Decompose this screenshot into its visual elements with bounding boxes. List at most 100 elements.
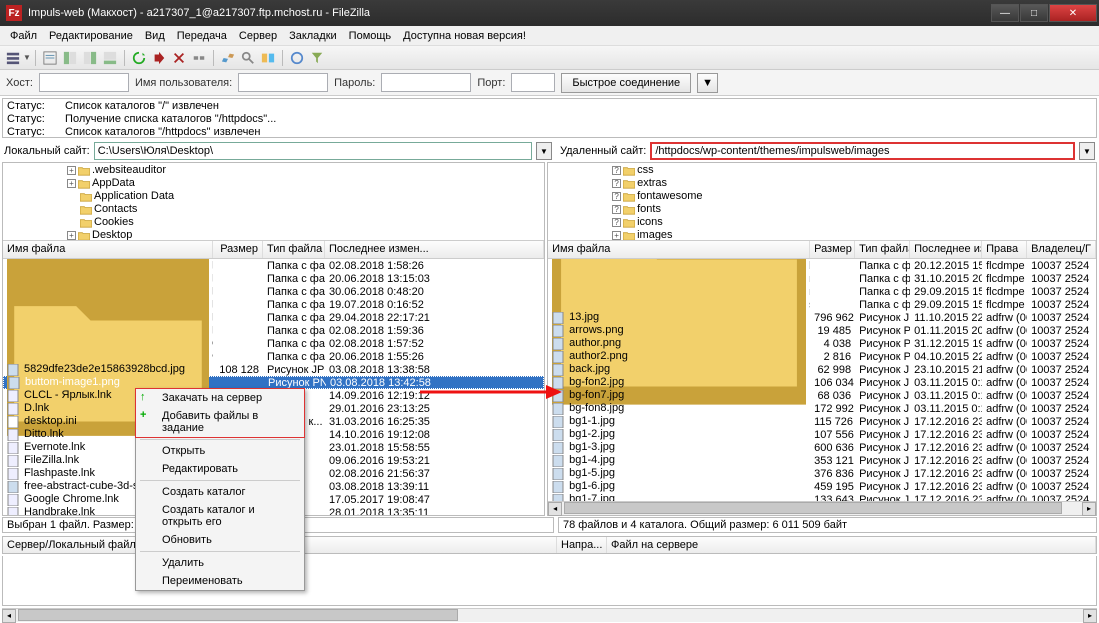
tree-item[interactable]: +Desktop (7, 229, 540, 241)
pass-label: Пароль: (334, 77, 375, 89)
local-path-dropdown[interactable]: ▼ (536, 142, 552, 160)
menu-Редактирование[interactable]: Редактирование (43, 28, 139, 44)
tree-item[interactable]: Application Data (7, 190, 540, 203)
table-row[interactable]: bg1-4.jpg353 121Рисунок J...17.12.2016 2… (548, 454, 1096, 467)
toggle-log-button[interactable] (41, 49, 59, 67)
menu-Передача[interactable]: Передача (171, 28, 233, 44)
menu-Вид[interactable]: Вид (139, 28, 171, 44)
col-name[interactable]: Имя файла (548, 241, 810, 258)
message-log[interactable]: Статус: Список каталогов "/" извлеченСта… (2, 98, 1097, 138)
table-row[interactable]: bg1-2.jpg107 556Рисунок J...17.12.2016 2… (548, 428, 1096, 441)
menu-Закладки[interactable]: Закладки (283, 28, 343, 44)
table-row[interactable]: spritesПапка с ф...29.09.2015 15:0...flc… (548, 298, 1096, 311)
remote-path-dropdown[interactable]: ▼ (1079, 142, 1095, 160)
ctx-edit[interactable]: Редактировать (136, 460, 304, 478)
col-size[interactable]: Размер (213, 241, 263, 258)
ctx-open[interactable]: Открыть (136, 442, 304, 460)
tree-item[interactable]: ?fonts (552, 203, 1092, 216)
tree-item[interactable]: +AppData (7, 177, 540, 190)
minimize-button[interactable]: — (991, 4, 1019, 22)
ctx-upload[interactable]: ↑Закачать на сервер (136, 389, 304, 407)
remote-h-scrollbar[interactable]: ◂ ▸ (548, 501, 1096, 515)
tree-item[interactable]: ?icons (552, 216, 1092, 229)
pass-input[interactable] (381, 73, 471, 92)
ctx-delete[interactable]: Удалить (136, 554, 304, 572)
local-path-input[interactable] (94, 142, 532, 160)
col-modified[interactable]: Последнее из... (910, 241, 982, 258)
quickconnect-bar: Хост: Имя пользователя: Пароль: Порт: Бы… (0, 70, 1099, 96)
menu-Файл[interactable]: Файл (4, 28, 43, 44)
table-row[interactable]: bg1-5.jpg376 836Рисунок J...17.12.2016 2… (548, 467, 1096, 480)
table-row[interactable]: bg1-3.jpg600 636Рисунок J...17.12.2016 2… (548, 441, 1096, 454)
col-remote-file[interactable]: Файл на сервере (607, 537, 1096, 553)
tree-item[interactable]: Cookies (7, 216, 540, 229)
close-button[interactable]: ✕ (1049, 4, 1097, 22)
table-row[interactable]: bg1-7.jpg133 643Рисунок J...17.12.2016 2… (548, 493, 1096, 501)
toolbar: ▼ (0, 46, 1099, 70)
ctx-refresh[interactable]: Обновить (136, 531, 304, 549)
tree-item[interactable]: +images (552, 229, 1092, 241)
menu-Сервер[interactable]: Сервер (233, 28, 283, 44)
table-row[interactable]: back.jpg62 998Рисунок J...23.10.2015 21:… (548, 363, 1096, 376)
sync-browse-button[interactable] (288, 49, 306, 67)
refresh-button[interactable] (130, 49, 148, 67)
cancel-button[interactable] (170, 49, 188, 67)
toggle-remote-tree-button[interactable] (81, 49, 99, 67)
toggle-local-tree-button[interactable] (61, 49, 79, 67)
user-input[interactable] (238, 73, 328, 92)
host-input[interactable] (39, 73, 129, 92)
quickconnect-button[interactable]: Быстрое соединение (561, 73, 691, 93)
ctx-rename[interactable]: Переименовать (136, 572, 304, 590)
remote-site-bar: Удаленный сайт: ▼ (556, 140, 1099, 162)
remote-tree[interactable]: ?css?extras?fontawesome?fonts?icons+imag… (548, 163, 1096, 241)
local-tree[interactable]: +.websiteauditor+AppDataApplication Data… (3, 163, 544, 241)
table-row[interactable]: Фото для InstagrammПапка с файл...20.06.… (3, 350, 544, 363)
maximize-button[interactable]: □ (1020, 4, 1048, 22)
table-row[interactable]: bg-fon7.jpg68 036Рисунок J...03.11.2015 … (548, 389, 1096, 402)
toggle-queue-button[interactable] (101, 49, 119, 67)
tree-item[interactable]: ?fontawesome (552, 190, 1092, 203)
menu-bar: ФайлРедактированиеВидПередачаСерверЗакла… (0, 26, 1099, 46)
col-name[interactable]: Имя файла (3, 241, 213, 258)
table-row[interactable]: arrows.png19 485Рисунок P...01.11.2015 2… (548, 324, 1096, 337)
port-input[interactable] (511, 73, 555, 92)
tree-item[interactable]: ?extras (552, 177, 1092, 190)
remote-file-list[interactable]: bgПапка с ф...20.12.2015 15:0...flcdmpe … (548, 259, 1096, 501)
table-row[interactable]: author2.png2 816Рисунок P...04.10.2015 2… (548, 350, 1096, 363)
table-row[interactable]: 5829dfe23de2e15863928bcd.jpg108 128Рисун… (3, 363, 544, 376)
tree-item[interactable]: +.websiteauditor (7, 164, 540, 177)
col-perms[interactable]: Права (982, 241, 1027, 258)
ctx-create-dir[interactable]: Создать каталог (136, 483, 304, 501)
process-queue-button[interactable] (150, 49, 168, 67)
reconnect-button[interactable] (219, 49, 237, 67)
sitemanager-dropdown[interactable]: ▼ (24, 49, 30, 67)
table-row[interactable]: bg1-1.jpg115 726Рисунок J...17.12.2016 2… (548, 415, 1096, 428)
col-type[interactable]: Тип файла (263, 241, 325, 258)
table-row[interactable]: 13.jpg796 962Рисунок J...11.10.2015 22:0… (548, 311, 1096, 324)
menu-Помощь[interactable]: Помощь (343, 28, 398, 44)
disconnect-button[interactable] (190, 49, 208, 67)
local-site-label: Локальный сайт: (4, 145, 90, 157)
col-modified[interactable]: Последнее измен... (325, 241, 544, 258)
col-size[interactable]: Размер (810, 241, 855, 258)
table-row[interactable]: bg1-6.jpg459 195Рисунок J...17.12.2016 2… (548, 480, 1096, 493)
window-h-scrollbar[interactable]: ◂ ▸ (2, 608, 1097, 622)
log-line: Статус: Список каталогов "/httpdocs" изв… (7, 126, 1092, 138)
filter-button[interactable] (239, 49, 257, 67)
find-button[interactable] (308, 49, 326, 67)
compare-button[interactable] (259, 49, 277, 67)
tree-item[interactable]: ?css (552, 164, 1092, 177)
table-row[interactable]: bg-fon8.jpg172 992Рисунок J...03.11.2015… (548, 402, 1096, 415)
quickconnect-dropdown[interactable]: ▼ (697, 73, 718, 93)
sitemanager-button[interactable] (4, 49, 22, 67)
col-type[interactable]: Тип файла (855, 241, 910, 258)
ctx-add-queue[interactable]: +Добавить файлы в задание (136, 407, 304, 437)
ctx-create-dir-open[interactable]: Создать каталог и открыть его (136, 501, 304, 531)
table-row[interactable]: author.png4 038Рисунок P...31.12.2015 19… (548, 337, 1096, 350)
table-row[interactable]: bg-fon2.jpg106 034Рисунок J...03.11.2015… (548, 376, 1096, 389)
menu-Доступна новая версия![interactable]: Доступна новая версия! (397, 28, 532, 44)
remote-path-input[interactable] (650, 142, 1075, 160)
col-direction[interactable]: Напра... (557, 537, 607, 553)
tree-item[interactable]: Contacts (7, 203, 540, 216)
col-owner[interactable]: Владелец/Г (1027, 241, 1096, 258)
